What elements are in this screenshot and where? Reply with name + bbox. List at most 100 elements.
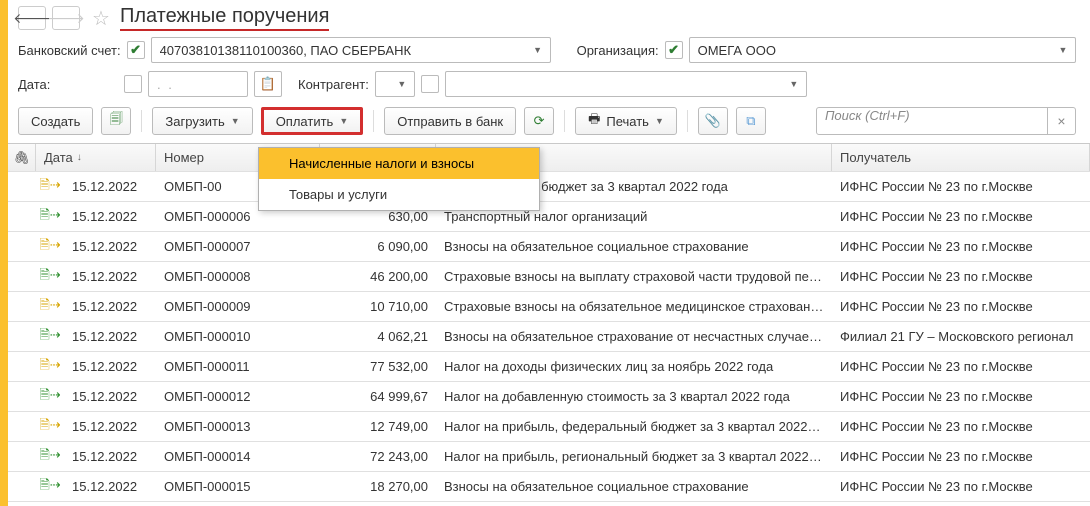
cell-date: 15.12.2022 xyxy=(64,239,156,254)
cell-date: 15.12.2022 xyxy=(64,359,156,374)
cell-date: 15.12.2022 xyxy=(64,389,156,404)
cell-description: Налог на доходы физических лиц за ноябрь… xyxy=(436,359,832,374)
organization-value: ОМЕГА ООО xyxy=(698,43,1055,58)
cell-sum: 6 090,00 xyxy=(320,239,436,254)
create-button[interactable]: Создать xyxy=(18,107,93,135)
document-icon: 🗎⇢ xyxy=(39,387,60,402)
document-icon: 🗎⇢ xyxy=(39,417,60,432)
cell-date: 15.12.2022 xyxy=(64,449,156,464)
search-input[interactable]: Поиск (Ctrl+F) xyxy=(816,107,1048,135)
table-row[interactable]: 🗎⇢15.12.2022ОМБП-00, региональный бюджет… xyxy=(8,172,1090,202)
column-recipient[interactable]: Получатель xyxy=(832,144,1090,171)
cell-number: ОМБП-000012 xyxy=(156,389,320,404)
cell-sum: 72 243,00 xyxy=(320,449,436,464)
cell-description: Взносы на обязательное социальное страхо… xyxy=(436,239,832,254)
cell-recipient: ИФНС России № 23 по г.Москве xyxy=(832,419,1090,434)
bank-account-checkbox[interactable] xyxy=(127,41,145,59)
document-icon: 🗎⇢ xyxy=(39,327,60,342)
cell-number: ОМБП-000006 xyxy=(156,209,320,224)
counterparty-checkbox[interactable] xyxy=(421,75,439,93)
nav-back-button[interactable]: 🡐 xyxy=(18,6,46,30)
table-row[interactable]: 🗎⇢ 15.12.2022ОМБП-00001312 749,00Налог на… xyxy=(8,412,1090,442)
chevron-down-icon[interactable]: ▼ xyxy=(394,73,410,95)
attach-button[interactable]: 📎 xyxy=(698,107,728,135)
cell-recipient: ИФНС России № 23 по г.Москве xyxy=(832,269,1090,284)
bank-account-field[interactable]: 40703810138110100360, ПАО СБЕРБАНК ▼ xyxy=(151,37,551,63)
refresh-button[interactable]: ⟳ xyxy=(524,107,554,135)
cell-recipient: ИФНС России № 23 по г.Москве xyxy=(832,209,1090,224)
cell-date: 15.12.2022 xyxy=(64,419,156,434)
cell-date: 15.12.2022 xyxy=(64,269,156,284)
chevron-down-icon[interactable]: ▼ xyxy=(530,39,546,61)
chevron-down-icon[interactable]: ▼ xyxy=(786,73,802,95)
organization-field[interactable]: ОМЕГА ООО ▼ xyxy=(689,37,1076,63)
document-icon: 🗎⇢ xyxy=(39,267,60,282)
cell-description: Налог на прибыль, федеральный бюджет за … xyxy=(436,419,832,434)
cell-number: ОМБП-000008 xyxy=(156,269,320,284)
cell-recipient: ИФНС России № 23 по г.Москве xyxy=(832,179,1090,194)
table-row[interactable]: 🗎⇢15.12.2022ОМБП-0000104 062,21Взносы на… xyxy=(8,322,1090,352)
chevron-down-icon: ▼ xyxy=(339,116,348,126)
send-to-bank-button[interactable]: Отправить в банк xyxy=(384,107,516,135)
table-row[interactable]: 🗎⇢15.12.2022ОМБП-0000076 090,00Взносы на… xyxy=(8,232,1090,262)
table-row[interactable]: 🗎⇢ 15.12.2022ОМБП-00000846 200,00Страховы… xyxy=(8,262,1090,292)
load-button[interactable]: Загрузить▼ xyxy=(152,107,252,135)
print-button[interactable]: 🖶Печать▼ xyxy=(575,107,677,135)
refresh-icon: ⟳ xyxy=(534,113,545,129)
cell-sum: 77 532,00 xyxy=(320,359,436,374)
table-header: 🖇 Дата↓ Номер жа Получатель xyxy=(8,144,1090,172)
calendar-icon[interactable]: 📋 xyxy=(254,71,282,97)
structure-button[interactable]: ⧉ xyxy=(736,107,766,135)
cell-number: ОМБП-000014 xyxy=(156,449,320,464)
table-row[interactable]: 🗎⇢15.12.2022ОМБП-00001472 243,00Налог на… xyxy=(8,442,1090,472)
cell-recipient: ИФНС России № 23 по г.Москве xyxy=(832,359,1090,374)
cell-number: ОМБП-000013 xyxy=(156,419,320,434)
cell-description: Страховые взносы на выплату страховой ча… xyxy=(436,269,832,284)
date-checkbox[interactable] xyxy=(124,75,142,93)
table-row[interactable]: 🗎⇢15.12.2022ОМБП-00000910 710,00Страховы… xyxy=(8,292,1090,322)
table-row[interactable]: 🗎⇢15.12.2022ОМБП-000006630,00Транспортны… xyxy=(8,202,1090,232)
paperclip-icon: 🖇 xyxy=(13,150,30,166)
cell-recipient: ИФНС России № 23 по г.Москве xyxy=(832,389,1090,404)
organization-checkbox[interactable] xyxy=(665,41,683,59)
cell-sum: 64 999,67 xyxy=(320,389,436,404)
counterparty-field[interactable]: ▼ xyxy=(445,71,807,97)
cell-description: Транспортный налог организаций xyxy=(436,209,832,224)
date-from-field[interactable]: . . xyxy=(148,71,248,97)
chevron-down-icon[interactable]: ▼ xyxy=(1055,39,1071,61)
document-icon: 🗎⇢ xyxy=(39,447,60,462)
pay-button[interactable]: Оплатить▼ xyxy=(261,107,364,135)
nav-forward-button[interactable]: 🡒 xyxy=(52,6,80,30)
counterparty-short-field[interactable]: ▼ xyxy=(375,71,415,97)
search-clear-button[interactable]: × xyxy=(1048,107,1076,135)
cell-date: 15.12.2022 xyxy=(64,299,156,314)
cell-sum: 12 749,00 xyxy=(320,419,436,434)
table-row[interactable]: 🗎⇢15.12.2022ОМБП-00001518 270,00Взносы н… xyxy=(8,472,1090,502)
organization-label: Организация: xyxy=(577,43,659,58)
menu-item-taxes[interactable]: Начисленные налоги и взносы xyxy=(259,148,539,179)
column-attach[interactable]: 🖇 xyxy=(8,144,36,171)
document-icon: 🗎⇢ xyxy=(39,237,60,252)
column-date[interactable]: Дата↓ xyxy=(36,144,156,171)
document-icon: 🗎⇢ xyxy=(39,477,60,492)
cell-sum: 18 270,00 xyxy=(320,479,436,494)
cell-description: Взносы на обязательное социальное страхо… xyxy=(436,479,832,494)
cell-description: Страховые взносы на обязательное медицин… xyxy=(436,299,832,314)
table-row[interactable]: 🗎⇢ 15.12.2022ОМБП-00001177 532,00Налог на… xyxy=(8,352,1090,382)
hierarchy-icon: ⧉ xyxy=(746,113,755,129)
document-icon: 🗎⇢ xyxy=(39,357,60,372)
cell-sum: 10 710,00 xyxy=(320,299,436,314)
copy-button[interactable]: 🗐 xyxy=(101,107,131,135)
date-label: Дата: xyxy=(18,77,118,92)
favorite-star-icon[interactable]: ☆ xyxy=(92,6,110,31)
cell-number: ОМБП-000011 xyxy=(156,359,320,374)
table-row[interactable]: 🗎⇢15.12.2022ОМБП-00001264 999,67Налог на… xyxy=(8,382,1090,412)
cell-sum: 46 200,00 xyxy=(320,269,436,284)
pay-dropdown-menu: Начисленные налоги и взносы Товары и усл… xyxy=(258,147,540,211)
cell-number: ОМБП-000015 xyxy=(156,479,320,494)
document-icon: 🗎⇢ xyxy=(39,207,60,222)
copy-icon: 🗐 xyxy=(110,110,123,132)
cell-description: Взносы на обязательное страхование от не… xyxy=(436,329,832,344)
menu-item-goods[interactable]: Товары и услуги xyxy=(259,179,539,210)
chevron-down-icon: ▼ xyxy=(655,116,664,126)
